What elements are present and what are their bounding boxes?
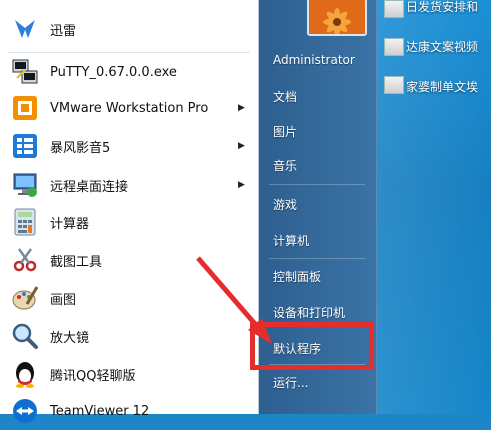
annotation-arrow [196, 256, 272, 344]
annotation-highlight-box [250, 322, 374, 370]
